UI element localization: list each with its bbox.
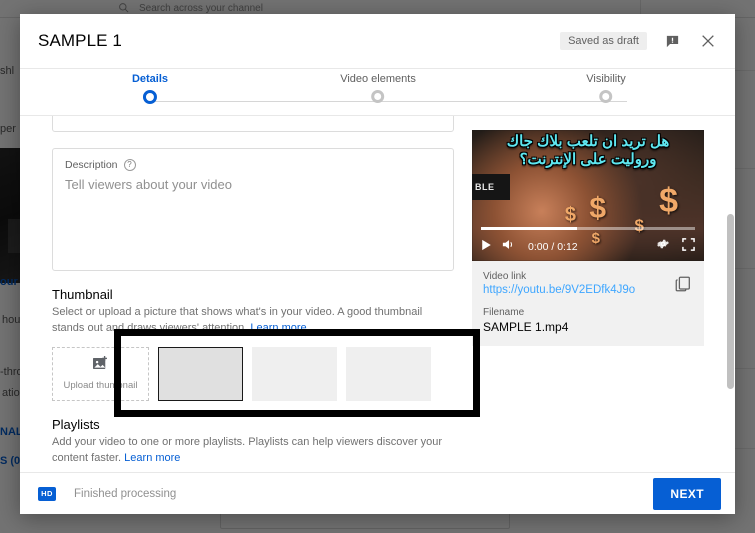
description-field[interactable]: Description ? Tell viewers about your vi… (52, 148, 454, 271)
dollar-icon: $ (589, 192, 606, 225)
auto-thumbnail-option[interactable] (346, 346, 431, 401)
description-label: Description (65, 159, 118, 171)
step-visibility[interactable]: Visibility (586, 73, 626, 103)
auto-thumbnail-option[interactable] (158, 346, 243, 401)
processing-status: Finished processing (74, 487, 177, 500)
dollar-icon: $ (564, 204, 576, 226)
filename-value: SAMPLE 1.mp4 (483, 320, 569, 334)
dialog-scrollbar[interactable] (726, 116, 735, 472)
video-overlay-line2: وروليت على الإنترنت؟ (519, 151, 657, 168)
thumbnail-options-row: Upload thumbnail (52, 346, 454, 401)
play-icon[interactable] (481, 238, 492, 256)
video-details-dialog: SAMPLE 1 Saved as draft Details Video el… (20, 14, 735, 514)
playlists-description-text: Add your video to one or more playlists.… (52, 435, 443, 464)
filename-label: Filename (483, 307, 525, 318)
playlists-section-description: Add your video to one or more playlists.… (52, 435, 452, 467)
details-form: Description ? Tell viewers about your vi… (20, 116, 472, 472)
copy-icon[interactable] (674, 275, 694, 295)
step-video-elements[interactable]: Video elements (340, 73, 416, 103)
thumbnail-section-description: Select or upload a picture that shows wh… (52, 305, 452, 337)
step-label: Visibility (586, 73, 626, 85)
volume-icon[interactable] (502, 238, 516, 256)
wizard-stepper: Details Video elements Visibility (20, 68, 735, 116)
video-watermark-text: BLE (475, 182, 495, 192)
help-icon[interactable]: ? (123, 159, 136, 171)
step-details[interactable]: Details (132, 73, 168, 104)
progress-fill (481, 227, 578, 230)
dialog-body: Description ? Tell viewers about your vi… (20, 116, 735, 472)
upload-thumbnail-button[interactable]: Upload thumbnail (52, 346, 149, 401)
player-controls: 0:00 / 0:12 (472, 227, 704, 261)
video-player[interactable]: BLE هل تريد ان تلعب بلاك جاك وروليت على … (472, 130, 704, 261)
fullscreen-icon[interactable] (682, 237, 695, 256)
dialog-header: SAMPLE 1 Saved as draft (20, 14, 735, 68)
thumbnail-learn-more-link[interactable]: Learn more (250, 322, 306, 334)
step-dot (599, 90, 613, 103)
dialog-header-actions: Saved as draft (560, 30, 719, 52)
scrollbar-thumb[interactable] (727, 214, 734, 389)
description-placeholder: Tell viewers about your video (65, 177, 232, 192)
step-dot (142, 90, 157, 104)
add-image-icon (92, 356, 109, 376)
description-label-row: Description ? (65, 159, 441, 171)
video-preview-pane: BLE هل تريد ان تلعب بلاك جاك وروليت على … (472, 126, 735, 472)
player-control-row: 0:00 / 0:12 (481, 237, 695, 256)
thumbnail-section-title: Thumbnail (52, 287, 113, 302)
status-badge: Saved as draft (560, 32, 647, 50)
playlists-learn-more-link[interactable]: Learn more (124, 452, 180, 464)
close-icon[interactable] (697, 30, 719, 52)
time-display: 0:00 / 0:12 (528, 240, 578, 253)
feedback-icon[interactable] (661, 30, 683, 52)
video-overlay-line1: هل تريد ان تلعب بلاك جاك (506, 133, 670, 150)
title-field-partial[interactable] (52, 116, 454, 132)
video-link-label: Video link (483, 271, 527, 282)
video-link[interactable]: https://youtu.be/9V2EDfk4J9o (483, 284, 693, 296)
auto-thumbnail-option[interactable] (252, 346, 337, 401)
dialog-footer: HD Finished processing NEXT (20, 472, 735, 514)
gear-icon[interactable] (656, 237, 670, 256)
step-dot (371, 90, 385, 103)
thumbnail-description-text: Select or upload a picture that shows wh… (52, 306, 423, 334)
video-info-panel: Video link https://youtu.be/9V2EDfk4J9o … (472, 261, 704, 346)
step-label: Video elements (340, 73, 416, 85)
upload-thumbnail-label: Upload thumbnail (63, 380, 138, 392)
dollar-icon: $ (659, 182, 678, 220)
page-title: SAMPLE 1 (38, 31, 122, 50)
video-watermark: BLE (472, 174, 510, 200)
playlists-section-title: Playlists (52, 416, 100, 432)
step-label: Details (131, 73, 169, 85)
hd-badge: HD (38, 486, 56, 501)
next-button[interactable]: NEXT (653, 477, 721, 510)
player-right-controls (656, 237, 695, 256)
progress-bar[interactable] (481, 227, 695, 230)
